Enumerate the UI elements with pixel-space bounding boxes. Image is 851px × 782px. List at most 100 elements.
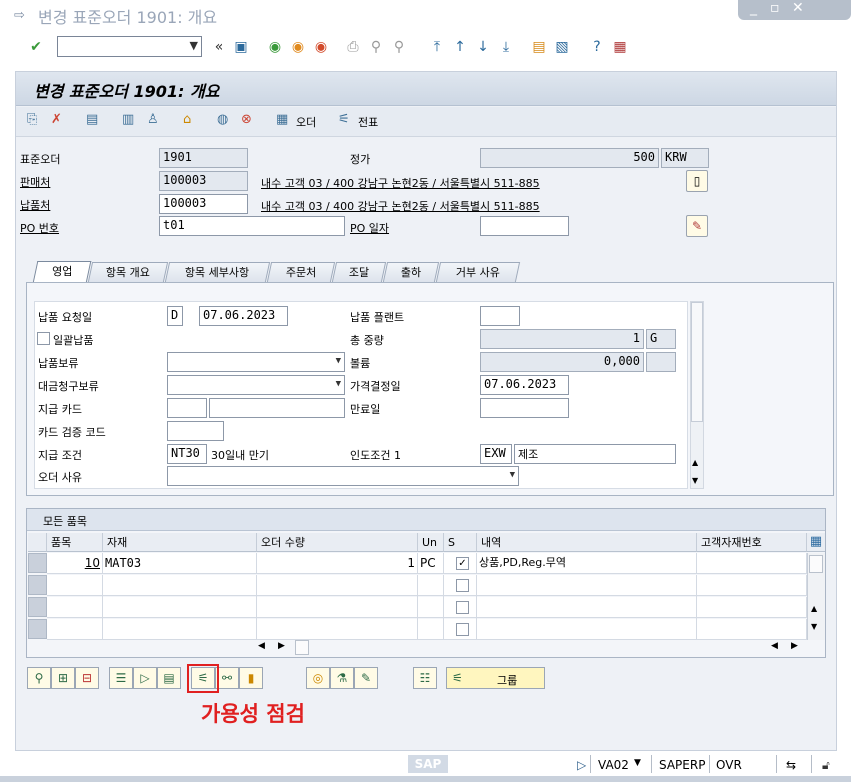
shortcut-icon[interactable]: ▧ bbox=[553, 38, 571, 56]
table-row-unit[interactable]: PC bbox=[418, 553, 444, 574]
chevron-down-icon[interactable]: ▼ bbox=[634, 758, 641, 768]
display-change-icon[interactable]: ⎘ bbox=[27, 112, 37, 127]
payment-card-type[interactable] bbox=[167, 398, 207, 418]
partner-icon[interactable]: ♙ bbox=[147, 112, 159, 127]
scroll-up-icon[interactable]: ▲ bbox=[692, 458, 698, 467]
po-number-label[interactable]: PO 번호 bbox=[20, 220, 59, 236]
tab-ordering-party[interactable]: 주문처 bbox=[266, 262, 336, 282]
home-icon[interactable]: ⌂ bbox=[183, 112, 191, 127]
row-selector[interactable] bbox=[28, 575, 47, 595]
scroll-left-icon[interactable]: ◀ bbox=[771, 641, 778, 651]
select-block-icon[interactable]: ▷ bbox=[133, 667, 157, 689]
incoterms-field[interactable]: EXW bbox=[480, 444, 512, 464]
chevron-down-icon[interactable]: ▼ bbox=[190, 39, 198, 52]
table-row-checkbox[interactable] bbox=[456, 601, 469, 614]
find-icon[interactable]: ⚲ bbox=[367, 38, 385, 56]
ship-to-desc[interactable]: 내수 고객 03 / 400 강남구 논현2동 / 서울특별시 511-885 bbox=[261, 198, 540, 214]
deliv-block-dropdown[interactable] bbox=[167, 352, 345, 372]
delete-row-icon[interactable]: ⊟ bbox=[75, 667, 99, 689]
col-cust-material[interactable]: 고객자재번호 bbox=[697, 533, 807, 552]
cancel-icon[interactable]: ◉ bbox=[312, 38, 330, 56]
req-deliv-date-type[interactable]: D bbox=[167, 306, 183, 326]
table-row[interactable] bbox=[47, 575, 807, 596]
complete-deliv-checkbox[interactable] bbox=[37, 332, 50, 345]
col-unit[interactable]: Un bbox=[418, 533, 444, 552]
table-settings-icon[interactable]: ▦ bbox=[807, 533, 825, 552]
grid-vscroll-thumb[interactable] bbox=[809, 555, 823, 573]
col-material[interactable]: 자재 bbox=[103, 533, 257, 552]
prev-page-icon[interactable]: ↑ bbox=[451, 38, 469, 56]
tab-shipping[interactable]: 출하 bbox=[382, 262, 440, 282]
layout-menu-icon[interactable]: ▦ bbox=[611, 38, 629, 56]
insert-row-icon[interactable]: ⊞ bbox=[51, 667, 75, 689]
table-row-checkbox[interactable] bbox=[456, 579, 469, 592]
po-date-label[interactable]: PO 일자 bbox=[350, 220, 389, 236]
col-item[interactable]: 품목 bbox=[47, 533, 103, 552]
command-field[interactable]: ▼ bbox=[57, 36, 202, 57]
card-verif-field[interactable] bbox=[167, 421, 224, 441]
close-icon[interactable]: ✕ bbox=[792, 0, 804, 16]
tab-scroll-thumb[interactable] bbox=[691, 302, 703, 422]
table-row-material[interactable]: MAT03 bbox=[103, 553, 257, 574]
select-all-icon[interactable]: ☰ bbox=[109, 667, 133, 689]
edit-icon[interactable]: ✎ bbox=[354, 667, 378, 689]
chart-icon[interactable]: ▮ bbox=[239, 667, 263, 689]
first-page-icon[interactable]: ⤒ bbox=[428, 38, 446, 56]
header-icon[interactable]: ▤ bbox=[86, 112, 98, 127]
deliv-plant-field[interactable] bbox=[480, 306, 520, 326]
pricing-date-field[interactable]: 07.06.2023 bbox=[480, 375, 569, 395]
back-icon[interactable]: ◉ bbox=[266, 38, 284, 56]
grid-hscroll-thumb[interactable] bbox=[295, 640, 309, 655]
col-description[interactable]: 내역 bbox=[477, 533, 697, 552]
save-icon[interactable]: ▣ bbox=[232, 38, 250, 56]
col-order-qty[interactable]: 오더 수량 bbox=[257, 533, 418, 552]
table-row-checkbox[interactable] bbox=[456, 623, 469, 636]
req-deliv-date-field[interactable]: 07.06.2023 bbox=[199, 306, 288, 326]
table-row-desc[interactable]: 상품,PD,Reg.무역 bbox=[477, 553, 697, 574]
table-row[interactable] bbox=[47, 619, 807, 640]
scroll-up-icon[interactable]: ▲ bbox=[811, 604, 817, 613]
document-icon[interactable]: ▯ bbox=[686, 170, 708, 192]
payment-terms-field[interactable]: NT30 bbox=[167, 444, 207, 464]
row-selector[interactable] bbox=[28, 553, 47, 573]
scroll-right-icon[interactable]: ▶ bbox=[278, 641, 285, 651]
row-selector[interactable] bbox=[28, 597, 47, 617]
item-detail-icon[interactable]: ▥ bbox=[122, 112, 134, 127]
tab-procurement[interactable]: 조달 bbox=[331, 262, 387, 282]
new-session-icon[interactable]: ▤ bbox=[530, 38, 548, 56]
last-page-icon[interactable]: ⤓ bbox=[497, 38, 515, 56]
group-button[interactable]: ⚟ 그룹 bbox=[446, 667, 545, 689]
order-label[interactable]: 오더 bbox=[296, 114, 316, 130]
table-row-cust-mat[interactable] bbox=[697, 553, 807, 574]
scroll-right-icon[interactable]: ▶ bbox=[791, 641, 798, 651]
next-page-icon[interactable]: ↓ bbox=[474, 38, 492, 56]
table-row-item[interactable]: 10 bbox=[47, 553, 103, 574]
col-status[interactable]: S bbox=[444, 533, 477, 552]
incoterms-desc-field[interactable]: 제조 bbox=[514, 444, 676, 464]
delete-icon[interactable]: ✗ bbox=[51, 112, 62, 127]
po-date-field[interactable] bbox=[480, 216, 569, 236]
reject-icon[interactable]: ⊗ bbox=[241, 112, 252, 127]
tab-reason-rejection[interactable]: 거부 사유 bbox=[435, 262, 521, 282]
play-icon[interactable]: ▷ bbox=[577, 758, 586, 772]
status-icon[interactable]: ◍ bbox=[217, 112, 228, 127]
exit-icon[interactable]: ⇨ bbox=[14, 8, 25, 23]
billing-block-dropdown[interactable] bbox=[167, 375, 345, 395]
document-flow-icon[interactable]: ⚟ bbox=[338, 112, 350, 127]
configuration-icon[interactable]: ⚗ bbox=[330, 667, 354, 689]
table-row-checkbox[interactable]: ✓ bbox=[456, 557, 469, 570]
ship-to-label[interactable]: 납품처 bbox=[20, 197, 50, 213]
tab-item-detail[interactable]: 항목 세부사항 bbox=[164, 262, 271, 282]
sort-icon[interactable]: ☷ bbox=[413, 667, 437, 689]
scroll-down-icon[interactable]: ▼ bbox=[811, 622, 817, 631]
sold-to-label[interactable]: 판매처 bbox=[20, 174, 50, 190]
document-label[interactable]: 전표 bbox=[358, 114, 378, 130]
order-icon[interactable]: ▦ bbox=[276, 112, 288, 127]
ship-to-field[interactable]: 100003 bbox=[159, 194, 248, 214]
order-reason-dropdown[interactable] bbox=[167, 466, 519, 486]
table-row[interactable] bbox=[47, 597, 807, 618]
restore-icon[interactable]: ▫ bbox=[770, 0, 780, 16]
sold-to-desc[interactable]: 내수 고객 03 / 400 강남구 논현2동 / 서울특별시 511-885 bbox=[261, 175, 540, 191]
connection-icon[interactable]: ⇆ bbox=[786, 758, 796, 772]
po-detail-icon[interactable]: ✎ bbox=[686, 215, 708, 237]
